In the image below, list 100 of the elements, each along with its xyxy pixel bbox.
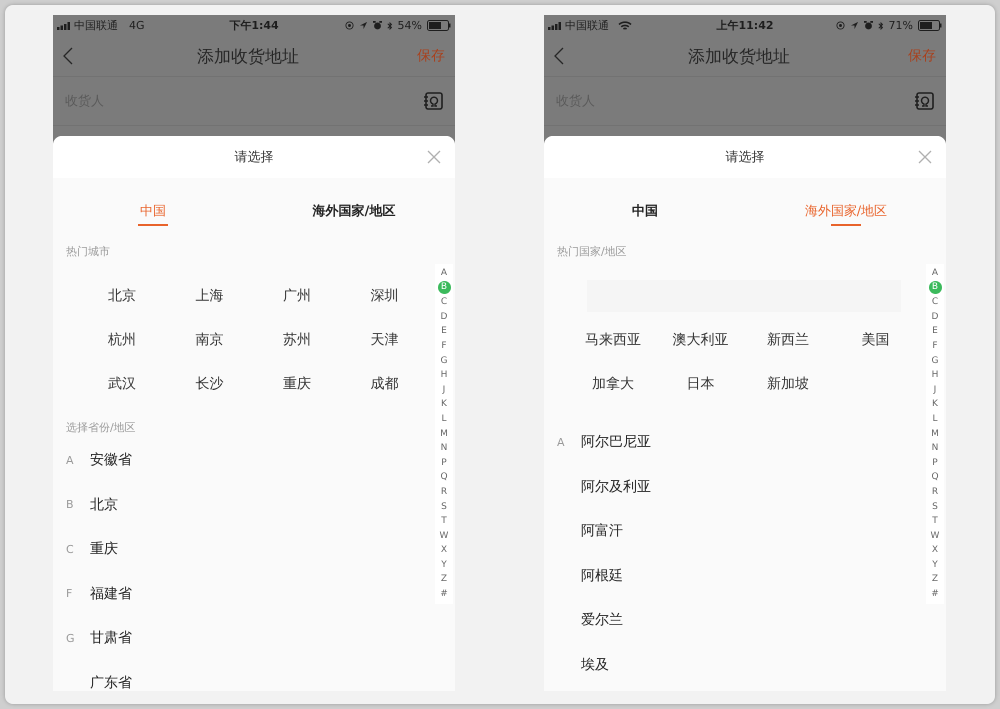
list-item[interactable]: 北京 [90, 496, 118, 514]
index-letter[interactable]: R [438, 484, 450, 500]
hot-item[interactable]: 长沙 [195, 375, 224, 393]
index-letter[interactable]: L [438, 412, 450, 427]
index-letter[interactable]: H [928, 368, 942, 383]
index-letter[interactable]: M [928, 426, 942, 442]
index-letter[interactable]: # [438, 587, 450, 602]
hot-item[interactable]: 深圳 [370, 287, 398, 305]
index-letter[interactable]: Q [928, 470, 942, 485]
close-button[interactable] [918, 150, 932, 164]
lock-rotation-icon [344, 21, 354, 30]
hot-item[interactable]: 武汉 [108, 375, 136, 393]
index-letter[interactable]: C [438, 295, 450, 310]
group-letter: G [66, 632, 75, 645]
contact-book-icon[interactable] [914, 92, 934, 110]
index-letter[interactable]: L [928, 412, 942, 427]
hot-item[interactable]: 马来西亚 [584, 331, 641, 349]
index-letter[interactable]: W [438, 528, 450, 544]
hot-item[interactable]: 苏州 [282, 331, 311, 349]
index-letter[interactable]: X [928, 543, 942, 558]
sheet-title: 请选择 [234, 149, 274, 166]
group-letter: B [66, 498, 74, 512]
carrier-name: 中国联通 [74, 18, 118, 33]
list-item[interactable]: 阿富汗 [581, 522, 623, 540]
index-letter[interactable]: # [928, 587, 942, 602]
list-item[interactable]: 阿尔巴尼亚 [581, 433, 651, 452]
hot-item[interactable]: 天津 [370, 331, 398, 349]
index-letter[interactable]: P [928, 456, 942, 470]
index-letter[interactable]: C [928, 295, 942, 310]
index-letter[interactable]: G [438, 354, 450, 368]
page-title: 添加收货地址 [688, 46, 790, 68]
index-letter[interactable]: Q [438, 470, 450, 485]
alarm-clock-icon [372, 21, 382, 30]
hot-item[interactable]: 成都 [370, 375, 398, 393]
hot-item[interactable]: 广州 [282, 287, 311, 305]
index-letter[interactable]: Z [438, 572, 450, 588]
hot-item[interactable]: 日本 [686, 375, 714, 393]
index-letter[interactable]: Y [928, 558, 942, 572]
index-letter[interactable]: Z [928, 572, 942, 588]
index-letter[interactable]: N [438, 441, 450, 456]
index-letter[interactable]: F [438, 338, 450, 354]
index-letter[interactable]: E [928, 324, 942, 339]
location-arrow-icon [850, 21, 859, 30]
region-tab[interactable]: 海外国家/地区 [253, 202, 455, 225]
group-letter: A [557, 436, 565, 449]
section-heading: 热门城市 [66, 244, 110, 260]
index-letter[interactable]: N [928, 441, 942, 456]
index-letter[interactable]: J [928, 382, 942, 398]
hot-item[interactable]: 新西兰 [766, 331, 809, 349]
index-letter[interactable]: J [438, 382, 450, 398]
index-letter[interactable]: S [928, 500, 942, 514]
list-item[interactable]: 重庆 [90, 540, 118, 558]
hot-item[interactable]: 重庆 [282, 375, 311, 393]
hot-item[interactable]: 加拿大 [592, 375, 634, 393]
list-item[interactable]: 埃及 [581, 656, 609, 674]
index-letter[interactable]: A [438, 266, 450, 281]
list-item[interactable]: 广东省 [90, 674, 132, 691]
index-letter[interactable]: H [438, 368, 450, 383]
list-item[interactable]: 阿尔及利亚 [581, 478, 651, 496]
battery-icon [918, 20, 942, 31]
list-item[interactable]: 阿根廷 [581, 566, 623, 585]
index-letter[interactable]: G [928, 354, 942, 368]
index-letter[interactable]: W [928, 528, 942, 544]
alarm-clock-icon [864, 21, 873, 30]
index-letter[interactable]: T [438, 514, 450, 529]
hot-item[interactable]: 澳大利亚 [672, 331, 728, 349]
region-tab[interactable]: 中国 [544, 202, 746, 225]
index-letter[interactable]: X [438, 543, 450, 558]
list-item[interactable]: 安徽省 [90, 451, 132, 470]
bluetooth-icon [386, 20, 393, 30]
index-letter[interactable]: K [438, 397, 450, 412]
hot-item[interactable]: 新加坡 [766, 375, 809, 393]
page-title: 添加收货地址 [197, 46, 299, 68]
hot-item[interactable]: 美国 [861, 331, 890, 349]
index-letter[interactable]: R [928, 484, 942, 500]
index-letter[interactable]: A [928, 266, 942, 281]
index-letter[interactable]: P [438, 456, 450, 470]
index-letter[interactable]: T [928, 514, 942, 529]
index-letter[interactable]: M [438, 426, 450, 442]
list-item[interactable]: 甘肃省 [90, 629, 132, 648]
section-heading: 选择省份/地区 [66, 420, 136, 436]
index-letter[interactable]: S [438, 500, 450, 514]
group-letter: A [66, 454, 74, 467]
bluetooth-icon [878, 20, 884, 30]
sheet-title: 请选择 [726, 149, 764, 166]
hot-item[interactable]: 南京 [195, 331, 224, 349]
index-letter[interactable]: K [928, 397, 942, 412]
list-item[interactable]: 爱尔兰 [581, 611, 623, 630]
group-letter: C [66, 542, 74, 556]
index-letter[interactable]: E [438, 324, 450, 339]
hot-item[interactable]: 杭州 [108, 331, 136, 349]
hot-item[interactable]: 上海 [195, 287, 224, 305]
list-item[interactable]: 福建省 [90, 584, 132, 603]
index-letter[interactable]: F [928, 338, 942, 354]
contact-book-icon[interactable] [423, 92, 443, 110]
index-letter[interactable]: D [438, 310, 450, 324]
index-letter[interactable]: D [928, 310, 942, 324]
index-letter[interactable]: Y [438, 558, 450, 572]
hot-item[interactable]: 北京 [108, 287, 136, 305]
close-button[interactable] [427, 150, 441, 164]
